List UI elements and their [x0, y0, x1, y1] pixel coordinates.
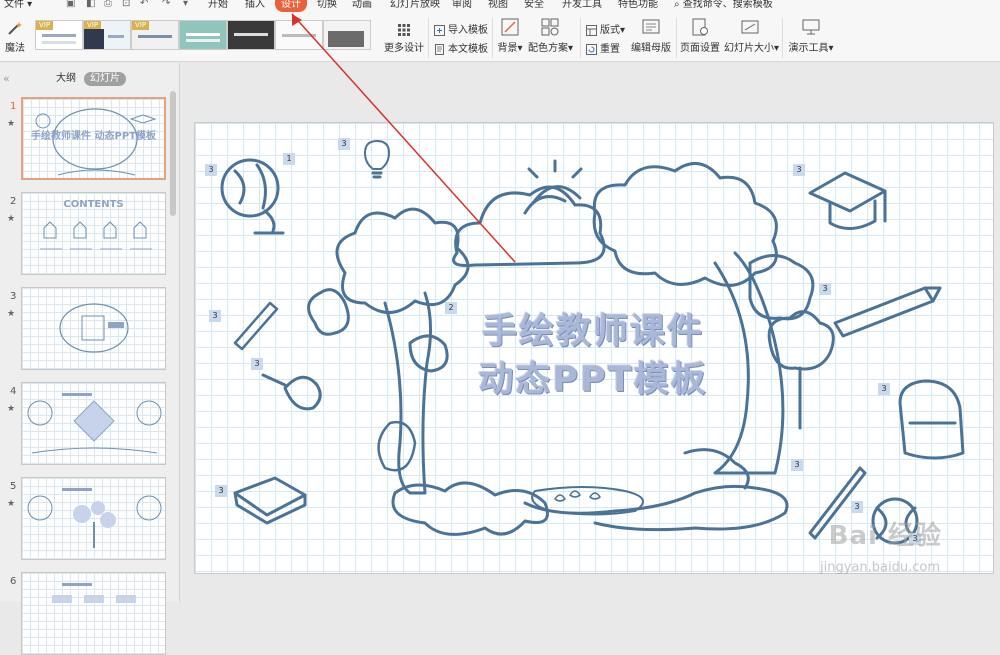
design-template-2[interactable]: VIP: [83, 20, 131, 50]
background-button[interactable]: 背景▾: [496, 18, 524, 54]
slide-title-line-2[interactable]: 动态PPT模板: [443, 351, 743, 402]
animation-tag[interactable]: 3: [209, 310, 221, 322]
menu-bar: 文件 ▾ ▣ ◧ ⎙ ⊡ ↶ ↷ ▾ 开始 插入 设计 切换 动画 幻灯片放映 …: [0, 0, 1000, 12]
design-template-7[interactable]: [323, 20, 371, 50]
format-painter-icon[interactable]: ⊡: [122, 0, 130, 9]
tab-security[interactable]: 安全: [524, 0, 544, 12]
animation-tag[interactable]: 3: [338, 138, 350, 150]
tab-view[interactable]: 视图: [488, 0, 508, 12]
save-icon[interactable]: ▣: [66, 0, 75, 9]
presentation-icon: [802, 19, 820, 35]
magic-button[interactable]: 魔法: [4, 20, 26, 54]
design-template-5[interactable]: [227, 20, 275, 50]
animation-tag[interactable]: 3: [205, 164, 217, 176]
ribbon-design: 魔法 VIP VIP VIP 更多设计 导入模板 本文模板 背景▾ 配色方案▾ …: [0, 12, 1000, 62]
edit-master-button[interactable]: 编辑母版: [630, 18, 672, 54]
reset-icon: [586, 43, 597, 55]
design-template-1[interactable]: VIP: [35, 20, 83, 50]
animation-star-icon: ★: [7, 309, 16, 319]
customize-icon[interactable]: ▾: [183, 0, 188, 9]
tab-slides[interactable]: 幻灯片: [84, 72, 126, 86]
design-template-3[interactable]: VIP: [131, 20, 179, 50]
animation-star-icon: ★: [7, 119, 16, 129]
tab-insert[interactable]: 插入: [245, 0, 265, 12]
slide-size-button[interactable]: 幻灯片大小▾: [724, 18, 779, 54]
animation-tag[interactable]: 3: [251, 358, 263, 370]
tab-animation[interactable]: 动画: [352, 0, 372, 12]
design-template-4[interactable]: [179, 20, 227, 50]
animation-tag[interactable]: 3: [215, 485, 227, 497]
watermark-url: jingyan.baidu.com: [820, 560, 940, 575]
print-preview-icon[interactable]: ◧: [86, 0, 95, 9]
slide-title-line-1[interactable]: 手绘教师课件: [443, 303, 743, 354]
presentation-tools-button[interactable]: 演示工具▾: [788, 18, 834, 54]
tab-home[interactable]: 开始: [208, 0, 228, 12]
tab-slideshow[interactable]: 幻灯片放映: [390, 0, 440, 12]
slide-master-icon: [642, 19, 660, 34]
color-scheme-icon: [541, 18, 559, 36]
slide-canvas[interactable]: 手绘教师课件 动态PPT模板 3 1 3 3 3 3 2 3 3 3 3 3 3: [194, 122, 994, 574]
collapse-panel-icon[interactable]: «: [3, 72, 10, 85]
animation-tag[interactable]: 3: [878, 383, 890, 395]
baidu-jingyan-watermark: Bai 经验: [828, 521, 942, 551]
page-setup-button[interactable]: 页面设置: [680, 18, 720, 54]
reset-button[interactable]: 重置: [586, 40, 620, 55]
tab-design[interactable]: 设计: [275, 0, 307, 12]
animation-tag[interactable]: 3: [819, 283, 831, 295]
background-icon: [501, 18, 519, 36]
animation-tag[interactable]: 3: [791, 459, 803, 471]
redo-icon[interactable]: ↷: [162, 0, 170, 9]
tab-transition[interactable]: 切换: [317, 0, 337, 12]
search-icon: ⌕: [674, 0, 680, 10]
animation-tag[interactable]: 3: [793, 164, 805, 176]
menu-file[interactable]: 文件 ▾: [4, 0, 32, 12]
undo-icon[interactable]: ↶: [140, 0, 148, 9]
tab-outline[interactable]: 大纲: [50, 72, 82, 86]
import-template-button[interactable]: 导入模板: [434, 21, 488, 36]
panel-scrollbar[interactable]: [170, 91, 176, 216]
animation-star-icon: ★: [7, 214, 16, 224]
print-icon[interactable]: ⎙: [104, 0, 112, 9]
page-setup-icon: [692, 18, 708, 36]
tab-features[interactable]: 特色功能: [618, 0, 658, 12]
text-template-button[interactable]: 本文模板: [434, 40, 488, 55]
color-scheme-button[interactable]: 配色方案▾: [528, 18, 573, 54]
animation-star-icon: ★: [7, 499, 16, 509]
layout-button[interactable]: 版式▾: [586, 21, 625, 36]
animation-tag[interactable]: 1: [283, 153, 295, 165]
animation-tag[interactable]: 3: [851, 501, 863, 513]
animation-tag[interactable]: 2: [445, 302, 457, 314]
tab-review[interactable]: 审阅: [452, 0, 472, 12]
import-icon: [434, 24, 445, 36]
design-template-gallery: VIP VIP VIP: [35, 20, 380, 58]
more-designs-button[interactable]: 更多设计: [384, 24, 424, 54]
slide-size-icon: [741, 20, 759, 34]
document-icon: [435, 43, 444, 55]
slide-navigation-panel: « 大纲 幻灯片 1 ★ 手绘教师课件 动态PPT模板 2 ★ CONTENTS: [0, 63, 180, 655]
animation-star-icon: ★: [7, 404, 16, 414]
layout-icon: [586, 24, 597, 36]
magic-wand-icon: [8, 22, 22, 35]
command-search[interactable]: ⌕ 查找命令、搜索模板: [674, 0, 773, 12]
tab-developer[interactable]: 开发工具: [562, 0, 602, 12]
design-template-6[interactable]: [275, 20, 323, 50]
grid-icon: [398, 24, 410, 36]
